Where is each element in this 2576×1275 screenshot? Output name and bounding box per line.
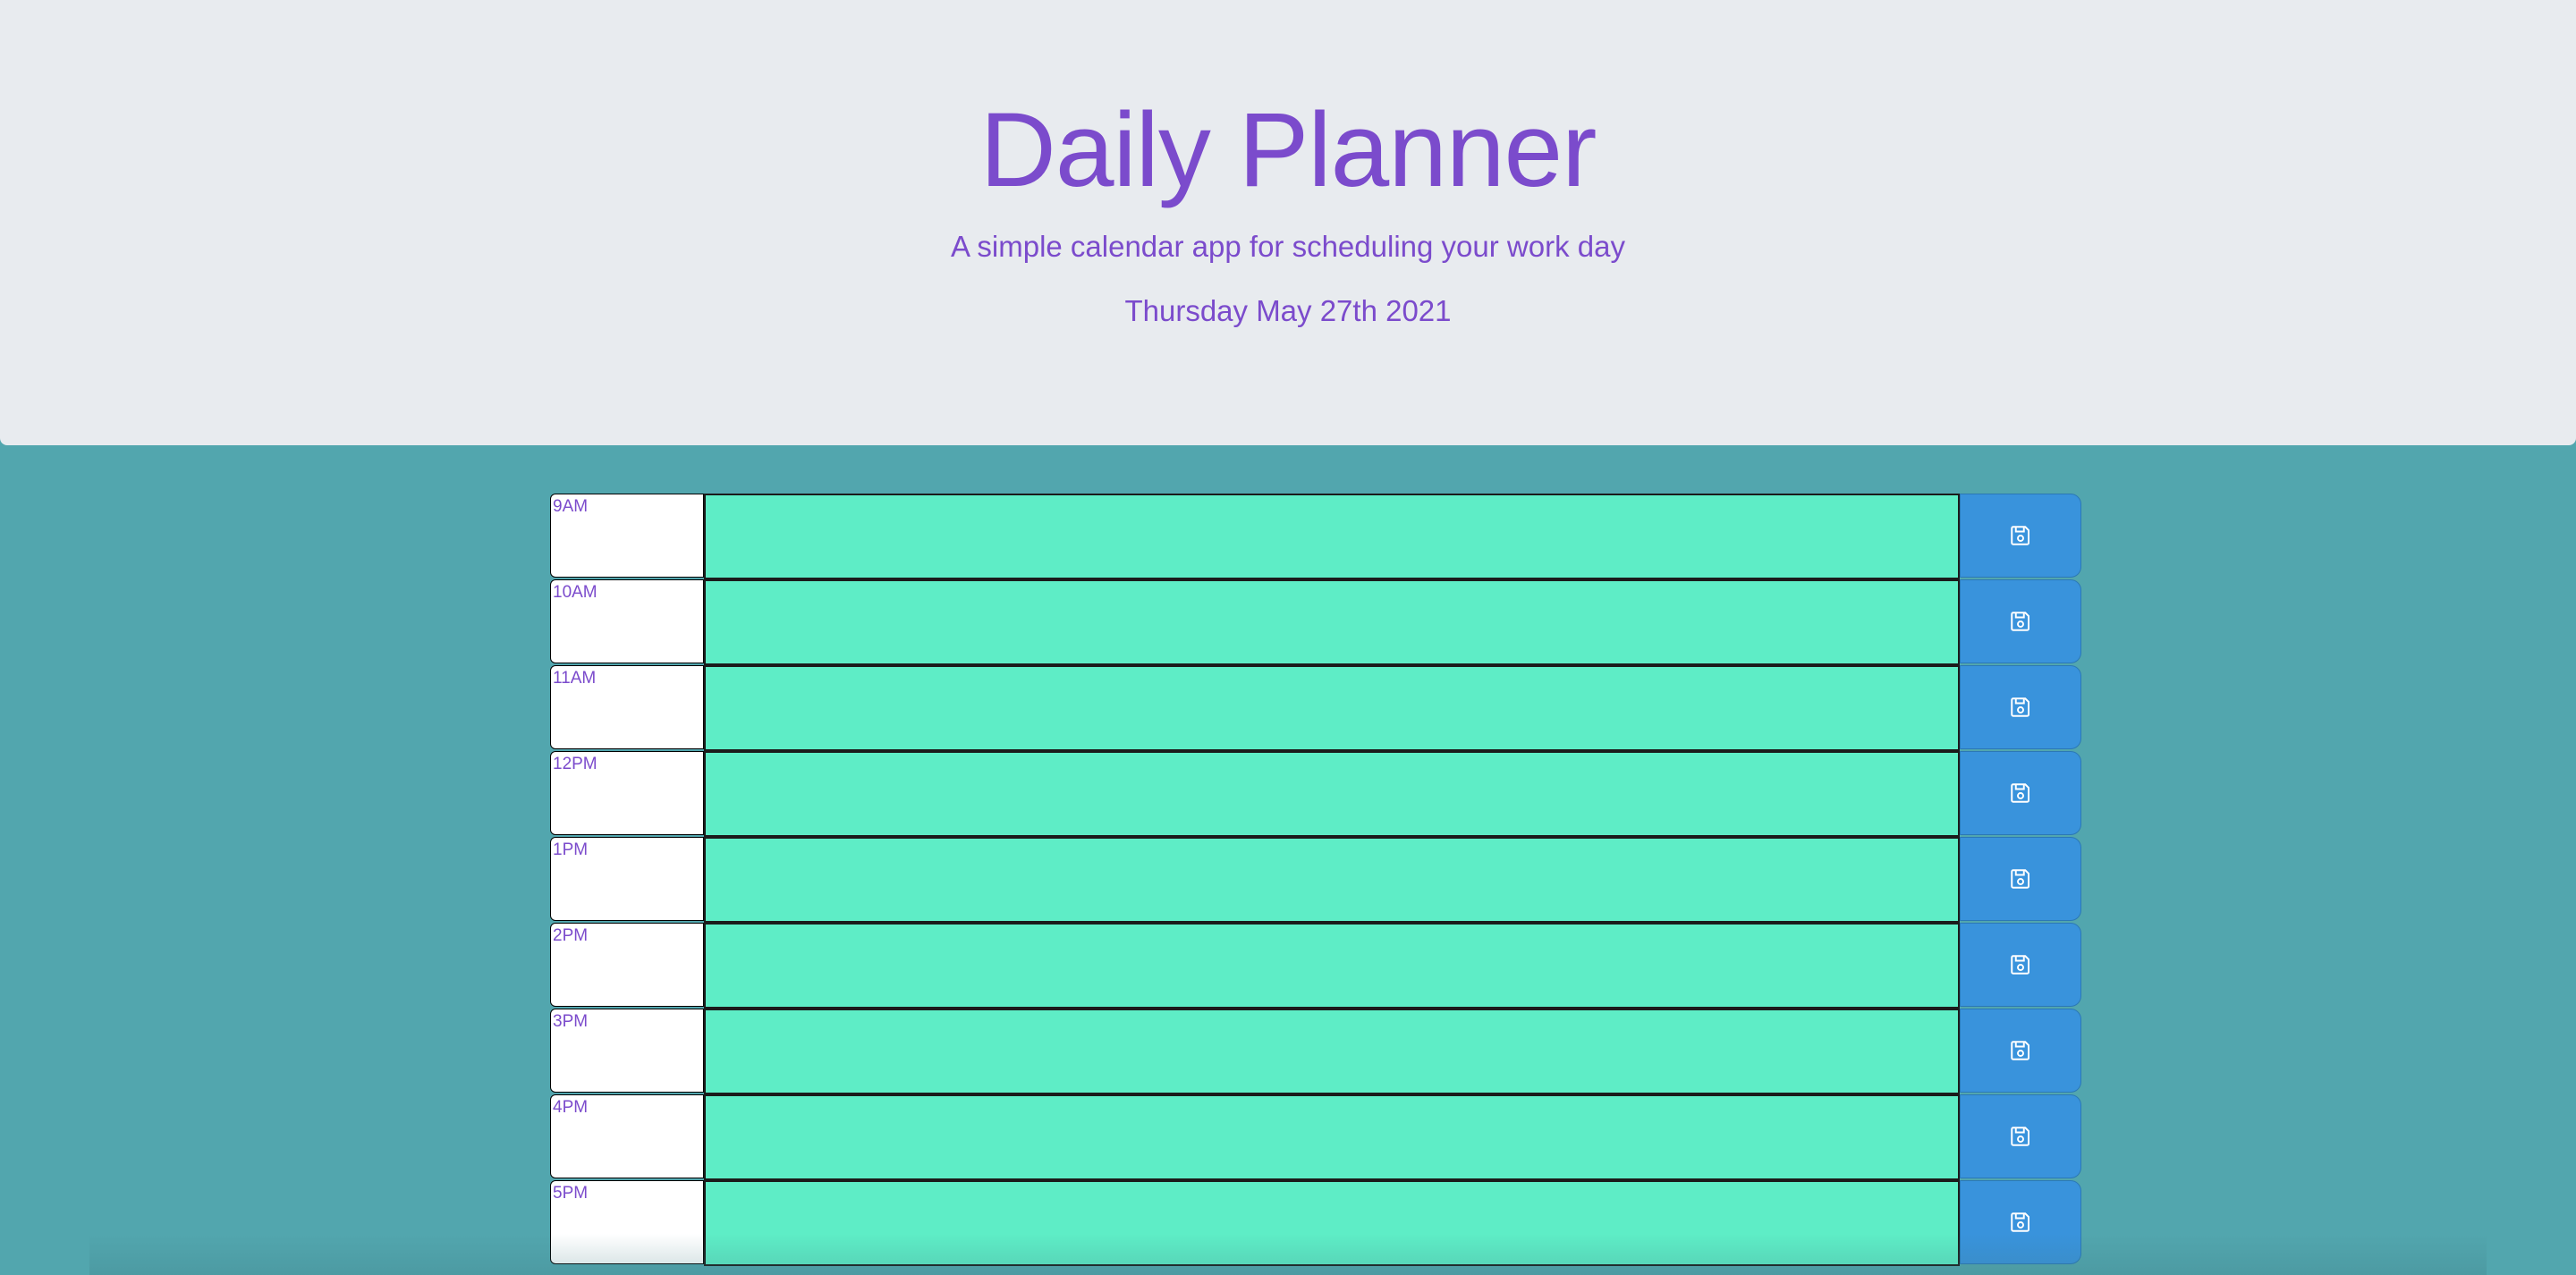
event-description-input[interactable] <box>704 1009 1960 1094</box>
save-button[interactable] <box>1960 494 2081 578</box>
time-block-row: 12PM <box>550 751 2081 837</box>
save-icon <box>2010 1040 2031 1061</box>
event-description-input[interactable] <box>704 923 1960 1009</box>
save-button[interactable] <box>1960 665 2081 749</box>
event-description-input[interactable] <box>704 1094 1960 1180</box>
time-block-row: 3PM <box>550 1009 2081 1094</box>
save-button[interactable] <box>1960 579 2081 663</box>
hour-label: 10AM <box>550 579 704 663</box>
save-icon <box>2010 782 2031 804</box>
hour-label: 1PM <box>550 837 704 921</box>
save-button[interactable] <box>1960 1180 2081 1264</box>
current-day: Thursday May 27th 2021 <box>1124 294 1452 327</box>
time-block-row: 4PM <box>550 1094 2081 1180</box>
save-icon <box>2010 611 2031 632</box>
event-description-input[interactable] <box>704 579 1960 665</box>
event-description-input[interactable] <box>704 665 1960 751</box>
save-button[interactable] <box>1960 751 2081 835</box>
save-button[interactable] <box>1960 923 2081 1007</box>
save-button[interactable] <box>1960 837 2081 921</box>
save-icon <box>2010 868 2031 890</box>
hour-label: 4PM <box>550 1094 704 1178</box>
time-block-row: 1PM <box>550 837 2081 923</box>
save-icon <box>2010 954 2031 975</box>
page-title: Daily Planner <box>979 91 1597 209</box>
hour-label: 3PM <box>550 1009 704 1093</box>
hour-label: 9AM <box>550 494 704 578</box>
save-icon <box>2010 1212 2031 1233</box>
header-jumbotron: Daily Planner A simple calendar app for … <box>0 0 2576 445</box>
save-icon <box>2010 525 2031 546</box>
save-icon <box>2010 697 2031 718</box>
page-subtitle: A simple calendar app for scheduling you… <box>951 230 1625 263</box>
time-block-row: 10AM <box>550 579 2081 665</box>
hour-label: 11AM <box>550 665 704 749</box>
hour-label: 12PM <box>550 751 704 835</box>
hour-label: 2PM <box>550 923 704 1007</box>
hour-label: 5PM <box>550 1180 704 1264</box>
save-button[interactable] <box>1960 1009 2081 1093</box>
time-block-row: 11AM <box>550 665 2081 751</box>
save-icon <box>2010 1126 2031 1147</box>
event-description-input[interactable] <box>704 494 1960 579</box>
event-description-input[interactable] <box>704 1180 1960 1266</box>
planner-container: 9AM 10AM 11AM 12PM 1PM 2PM 3PM 4PM 5PM <box>550 494 2081 1266</box>
time-block-row: 2PM <box>550 923 2081 1009</box>
event-description-input[interactable] <box>704 837 1960 923</box>
time-block-row: 9AM <box>550 494 2081 579</box>
time-block-row: 5PM <box>550 1180 2081 1266</box>
save-button[interactable] <box>1960 1094 2081 1178</box>
event-description-input[interactable] <box>704 751 1960 837</box>
